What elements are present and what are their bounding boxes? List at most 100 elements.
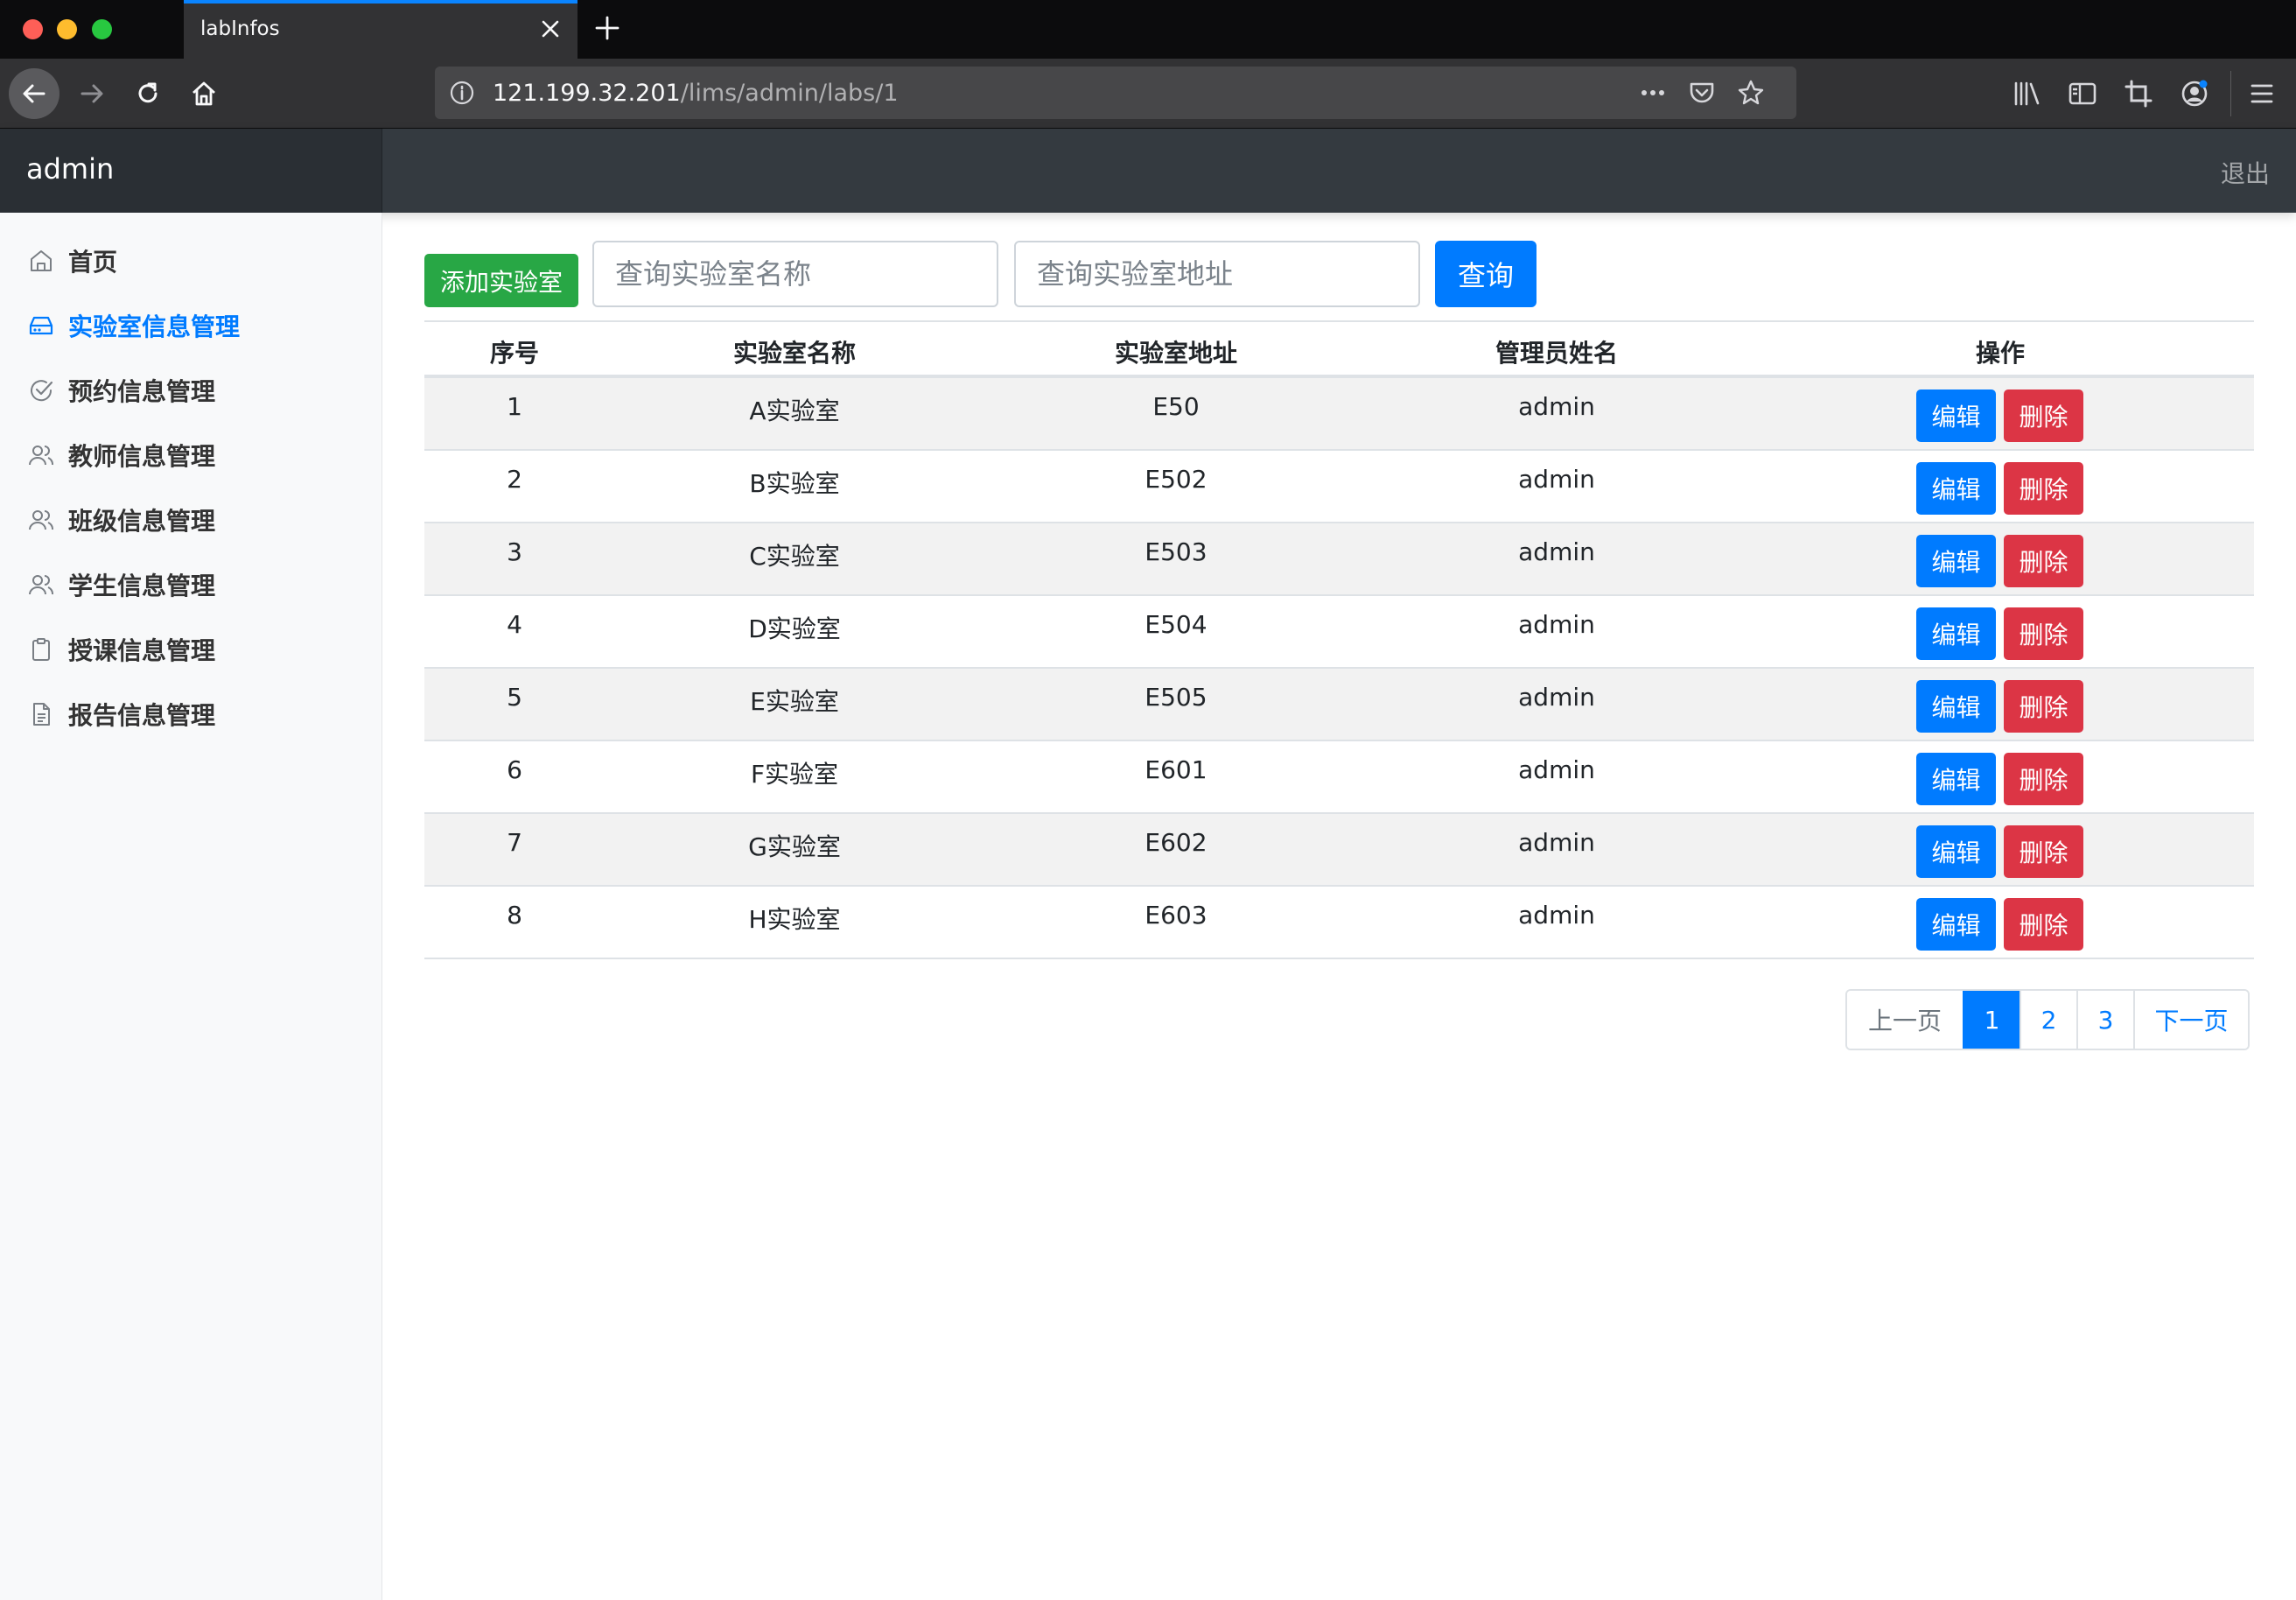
zoom-window-button[interactable]: [92, 19, 112, 39]
cell-index: 2: [507, 465, 522, 494]
cell-lab-address: E601: [1144, 755, 1208, 784]
cell-lab-address: E602: [1144, 828, 1208, 857]
sidebar-item-teacher-info[interactable]: 教师信息管理: [26, 438, 215, 473]
url-bar[interactable]: 121.199.32.201/lims/admin/labs/1: [435, 67, 1796, 119]
check-circle-icon: [26, 375, 56, 405]
sidebar-item-student-info[interactable]: 学生信息管理: [26, 567, 215, 602]
delete-button[interactable]: 删除: [2004, 825, 2083, 878]
page-1-button[interactable]: 1: [1963, 991, 2020, 1049]
sidebar-item-class-info[interactable]: 班级信息管理: [26, 502, 215, 537]
minimize-window-button[interactable]: [57, 19, 77, 39]
cell-index: 8: [507, 901, 522, 930]
pocket-icon[interactable]: [1686, 77, 1718, 109]
cell-lab-address: E504: [1144, 610, 1208, 639]
delete-button[interactable]: 删除: [2004, 462, 2083, 515]
bookmark-star-icon[interactable]: [1735, 77, 1767, 109]
edit-button[interactable]: 编辑: [1916, 753, 1996, 805]
reload-icon: [138, 82, 158, 103]
cell-lab-address: E505: [1144, 683, 1208, 712]
home-icon: [26, 246, 56, 276]
home-icon: [192, 81, 215, 106]
edit-button[interactable]: 编辑: [1916, 462, 1996, 515]
pagination: 上一页 1 2 3 下一页: [1845, 989, 2250, 1050]
table-row: 7 G实验室 E602 admin 编辑 删除: [424, 814, 2254, 887]
menu-icon[interactable]: [2246, 78, 2278, 109]
page-3-button[interactable]: 3: [2076, 991, 2133, 1049]
edit-button[interactable]: 编辑: [1916, 535, 1996, 587]
delete-button[interactable]: 删除: [2004, 389, 2083, 442]
edit-button[interactable]: 编辑: [1916, 389, 1996, 442]
table-row: 2 B实验室 E502 admin 编辑 删除: [424, 451, 2254, 523]
lab-address-search-input[interactable]: [1014, 241, 1420, 307]
arrow-left-icon: [23, 84, 46, 103]
sidebar-item-report-info[interactable]: 报告信息管理: [26, 697, 215, 732]
library-icon[interactable]: [2011, 78, 2042, 109]
table-header: 序号 实验室名称 实验室地址 管理员姓名 操作: [424, 320, 2254, 378]
cell-lab-name: F实验室: [750, 760, 839, 789]
toolbar-separator: [2230, 71, 2231, 116]
cell-admin-name: admin: [1518, 610, 1595, 639]
url-text: 121.199.32.201/lims/admin/labs/1: [493, 80, 899, 107]
cell-lab-name: A实验室: [749, 396, 840, 425]
edit-button[interactable]: 编辑: [1916, 680, 1996, 733]
sidebar-toggle-icon[interactable]: [2067, 78, 2098, 109]
brand[interactable]: admin: [0, 129, 382, 213]
forward-button[interactable]: [66, 68, 117, 119]
browser-tab-bar: labInfos: [0, 0, 2296, 59]
lab-name-search-input[interactable]: [592, 241, 998, 307]
cell-admin-name: admin: [1518, 755, 1595, 784]
sidebar-item-home[interactable]: 首页: [26, 243, 117, 278]
home-button[interactable]: [178, 68, 229, 119]
delete-button[interactable]: 删除: [2004, 535, 2083, 587]
delete-button[interactable]: 删除: [2004, 898, 2083, 951]
previous-page-button[interactable]: 上一页: [1847, 991, 1963, 1049]
brand-text: admin: [26, 152, 115, 186]
logout-link[interactable]: 退出: [2221, 155, 2270, 190]
query-button[interactable]: 查询: [1435, 241, 1536, 307]
info-icon[interactable]: [449, 80, 475, 109]
next-page-button[interactable]: 下一页: [2133, 991, 2248, 1049]
table-row: 6 F实验室 E601 admin 编辑 删除: [424, 741, 2254, 814]
tab-title: labInfos: [200, 18, 280, 40]
sidebar-item-booking-info[interactable]: 预约信息管理: [26, 373, 215, 408]
account-icon[interactable]: [2179, 78, 2210, 109]
cell-admin-name: admin: [1518, 683, 1595, 712]
page-2-button[interactable]: 2: [2020, 991, 2076, 1049]
cell-lab-address: E50: [1152, 392, 1200, 421]
cell-admin-name: admin: [1518, 828, 1595, 857]
cell-lab-name: G实验室: [748, 832, 841, 861]
cell-lab-name: E实验室: [750, 687, 839, 716]
delete-button[interactable]: 删除: [2004, 680, 2083, 733]
screenshot-crop-icon[interactable]: [2123, 78, 2154, 109]
new-tab-icon[interactable]: [592, 12, 623, 44]
sidebar: 首页 实验室信息管理 预约信息管理 教师信息管理 班级信息管理 学生信息管理 授…: [0, 213, 382, 1600]
cell-index: 4: [507, 610, 522, 639]
cell-index: 1: [507, 392, 522, 421]
users-icon: [26, 440, 56, 470]
reload-button[interactable]: [122, 68, 173, 119]
browser-tab[interactable]: labInfos: [184, 0, 578, 59]
browser-toolbar: 121.199.32.201/lims/admin/labs/1: [0, 59, 2296, 129]
cell-index: 5: [507, 683, 522, 712]
close-window-button[interactable]: [23, 19, 43, 39]
delete-button[interactable]: 删除: [2004, 607, 2083, 660]
lab-table: 序号 实验室名称 实验室地址 管理员姓名 操作 1 A实验室 E50 admin 编辑删…: [424, 320, 2254, 959]
edit-button[interactable]: 编辑: [1916, 607, 1996, 660]
back-button[interactable]: [9, 68, 60, 119]
sidebar-item-teaching-info[interactable]: 授课信息管理: [26, 632, 215, 667]
column-header-actions: 操作: [1975, 339, 2026, 368]
cell-lab-name: D实验室: [748, 614, 841, 643]
cell-lab-address: E503: [1144, 537, 1208, 566]
more-actions-icon[interactable]: [1637, 77, 1669, 109]
cell-lab-address: E502: [1144, 465, 1208, 494]
delete-button[interactable]: 删除: [2004, 753, 2083, 805]
document-icon: [26, 699, 56, 729]
edit-button[interactable]: 编辑: [1916, 898, 1996, 951]
edit-button[interactable]: 编辑: [1916, 825, 1996, 878]
add-lab-button[interactable]: 添加实验室: [424, 254, 578, 307]
cell-admin-name: admin: [1518, 537, 1595, 566]
cell-admin-name: admin: [1518, 465, 1595, 494]
table-row: 8 H实验室 E603 admin 编辑 删除: [424, 887, 2254, 959]
close-icon[interactable]: [537, 16, 564, 42]
sidebar-item-lab-info[interactable]: 实验室信息管理: [26, 308, 240, 343]
